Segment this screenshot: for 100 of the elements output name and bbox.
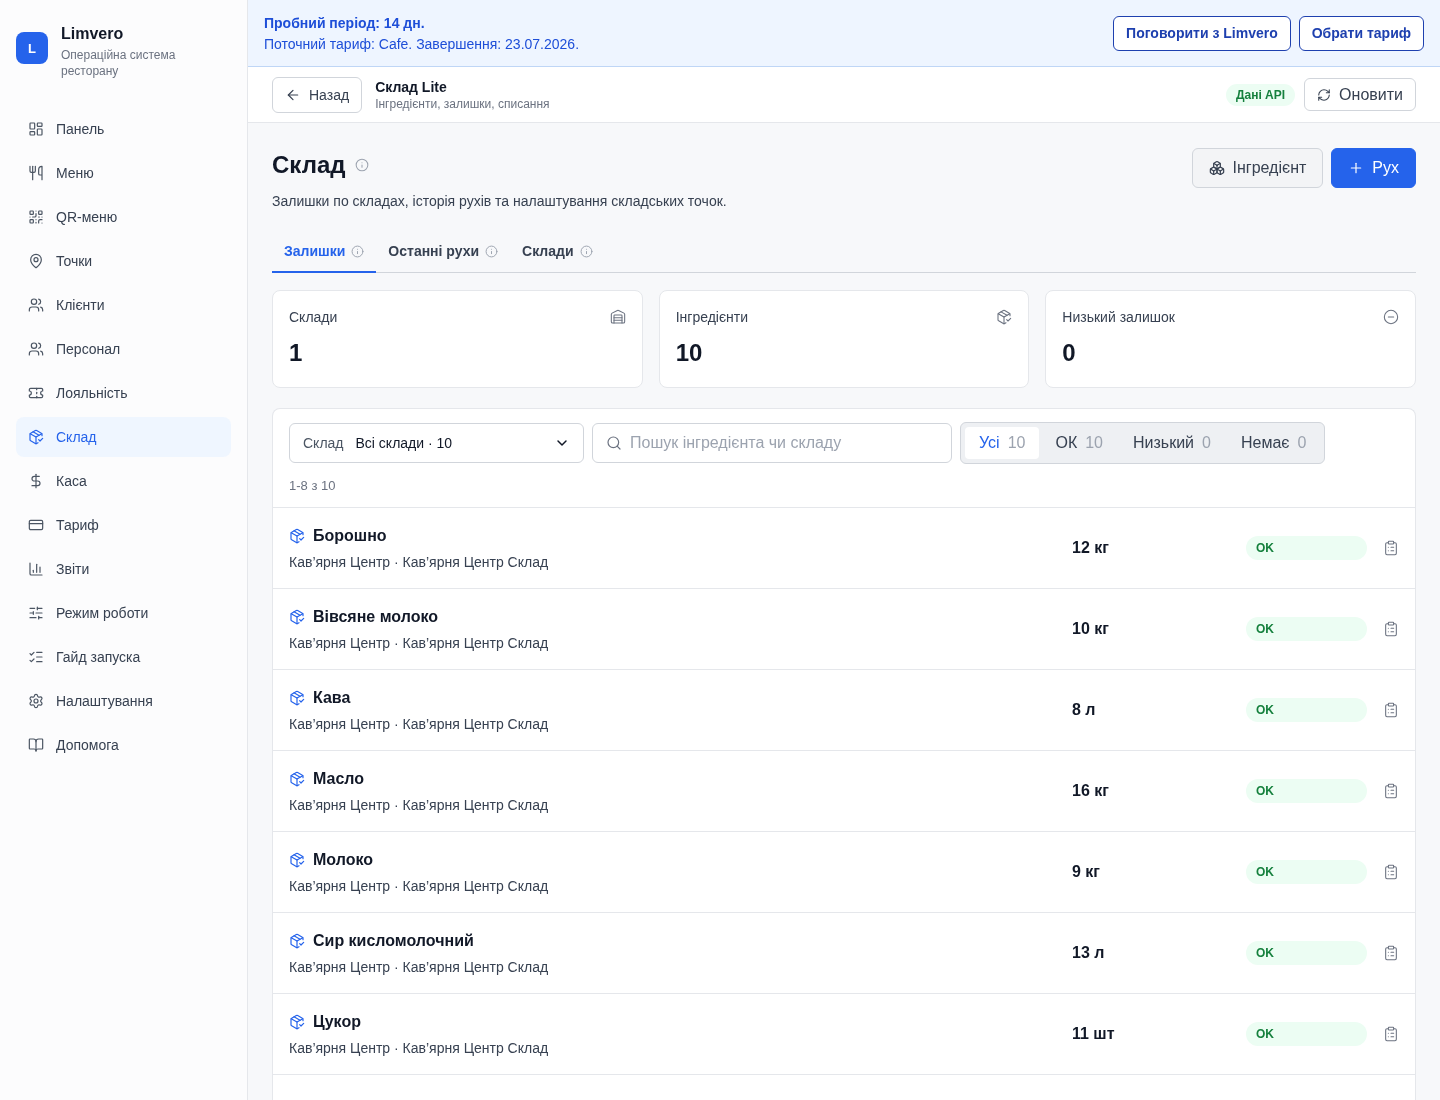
info-icon[interactable] xyxy=(355,158,370,172)
ingredient-name: Масло xyxy=(313,770,365,788)
clipboard-button[interactable] xyxy=(1383,540,1399,556)
search-icon xyxy=(606,435,622,451)
clipboard-button[interactable] xyxy=(1383,621,1399,637)
sidebar-item[interactable]: Налаштування xyxy=(16,681,231,721)
map-pin-icon xyxy=(28,253,44,269)
package-icon xyxy=(289,690,305,706)
status-badge: OK xyxy=(1246,698,1367,722)
ingredient-name: Кава xyxy=(313,689,351,707)
clipboard-icon xyxy=(1383,540,1399,556)
warehouse-icon xyxy=(609,309,626,325)
page-description: Залишки по складах, історія рухів та налаштування складських точок. xyxy=(272,193,727,209)
clipboard-icon xyxy=(1383,864,1399,880)
trial-title: Пробний період: 14 дн. xyxy=(264,14,426,31)
banner-button[interactable]: Поговорити з Limvero xyxy=(1113,15,1291,51)
banner-button[interactable]: Обрати тариф xyxy=(1298,15,1424,51)
sliders-icon xyxy=(28,605,44,621)
quantity: 12 кг xyxy=(1072,539,1110,557)
package-icon xyxy=(289,852,305,868)
filter-option[interactable]: ОК 10 xyxy=(1041,427,1117,459)
sidebar-item[interactable]: QR-меню xyxy=(16,197,231,237)
status-badge: OK xyxy=(1246,779,1367,803)
filter-option[interactable]: Немає 0 xyxy=(1226,427,1321,459)
book-icon xyxy=(28,737,44,753)
page-title: Склад xyxy=(272,151,346,179)
warehouse-select[interactable]: Склад Всі склади · 10 xyxy=(289,423,584,463)
clipboard-icon xyxy=(1383,1026,1399,1042)
add-ingredient-button[interactable]: Інгредієнт xyxy=(1191,148,1324,188)
dashboard-icon xyxy=(28,121,44,137)
clipboard-icon xyxy=(1383,702,1399,718)
sidebar-item[interactable]: Тариф xyxy=(16,505,231,545)
sidebar-item[interactable]: Лояльність xyxy=(16,373,231,413)
back-button[interactable]: Назад xyxy=(272,76,363,113)
bar-chart-icon xyxy=(28,561,44,577)
package-icon xyxy=(289,771,305,787)
stat-label: Низький залишок xyxy=(1062,309,1175,325)
ingredient-location: Кав’ярня Центр · Кав’ярня Центр Склад xyxy=(289,797,550,813)
sidebar-item[interactable]: Допомога xyxy=(16,725,231,765)
clipboard-button[interactable] xyxy=(1383,945,1399,961)
status-badge: OK xyxy=(1246,617,1367,641)
info-icon xyxy=(351,244,365,258)
stat-value: 10 xyxy=(675,339,704,367)
api-badge: Дані API xyxy=(1225,83,1296,106)
search-field[interactable]: Пошук інгредієнта чи складу xyxy=(592,423,952,463)
brand-name: Limvero xyxy=(61,24,125,44)
ingredient-location: Кав’ярня Центр · Кав’ярня Центр Склад xyxy=(289,716,550,732)
filter-option[interactable]: Усі 10 xyxy=(965,427,1040,459)
ingredient-name: Вівсяне молоко xyxy=(313,608,438,626)
settings-icon xyxy=(28,693,44,709)
sidebar-item[interactable]: Склад xyxy=(16,417,231,457)
quantity: 9 кг xyxy=(1072,863,1101,881)
sidebar-item[interactable]: Персонал xyxy=(16,329,231,369)
clipboard-icon xyxy=(1383,783,1399,799)
sidebar-item[interactable]: Звіти xyxy=(16,549,231,589)
brand-logo: L xyxy=(16,32,48,64)
status-badge: OK xyxy=(1246,860,1367,884)
stat-value: 1 xyxy=(289,339,304,367)
minus-circle-icon xyxy=(1383,309,1399,325)
section-subtitle: Інгредієнти, залишки, списання xyxy=(375,96,551,111)
checklist-icon xyxy=(28,649,44,665)
stat-label: Склади xyxy=(289,309,338,325)
sidebar-item[interactable]: Меню xyxy=(16,153,231,193)
ingredient-location: Кав’ярня Центр · Кав’ярня Центр Склад xyxy=(289,959,550,975)
clipboard-button[interactable] xyxy=(1383,783,1399,799)
package-icon xyxy=(289,1014,305,1030)
sidebar-item[interactable]: Клієнти xyxy=(16,285,231,325)
quantity: 16 кг xyxy=(1072,782,1110,800)
clipboard-button[interactable] xyxy=(1383,864,1399,880)
clipboard-icon xyxy=(1383,621,1399,637)
tab[interactable]: Склади xyxy=(510,231,605,273)
dollar-icon xyxy=(28,473,44,489)
ingredient-location: Кав’ярня Центр · Кав’ярня Центр Склад xyxy=(289,635,550,651)
sidebar-item[interactable]: Гайд запуска xyxy=(16,637,231,677)
sidebar-item[interactable]: Режим роботи xyxy=(16,593,231,633)
ticket-icon xyxy=(28,385,44,401)
ingredient-location: Кав’ярня Центр · Кав’ярня Центр Склад xyxy=(289,554,550,570)
tab[interactable]: Залишки xyxy=(272,231,377,273)
quantity: 13 л xyxy=(1072,944,1106,962)
add-movement-button[interactable]: Рух xyxy=(1331,148,1416,188)
filter-option[interactable]: Низький 0 xyxy=(1119,427,1225,459)
info-icon xyxy=(579,244,593,258)
plan-details: Поточний тариф: Cafe. Завершення: 23.07.2026. xyxy=(264,35,580,52)
refresh-button[interactable]: Оновити xyxy=(1304,78,1416,111)
clipboard-button[interactable] xyxy=(1383,702,1399,718)
range-text: 1-8 з 10 xyxy=(289,478,337,493)
fork-knife-icon xyxy=(28,165,44,181)
ingredient-location: Кав’ярня Центр · Кав’ярня Центр Склад xyxy=(289,1040,550,1056)
package-icon xyxy=(289,933,305,949)
tab[interactable]: Останні рухи xyxy=(376,231,511,273)
quantity: 8 л xyxy=(1072,701,1097,719)
sidebar-item[interactable]: Точки xyxy=(16,241,231,281)
status-badge: OK xyxy=(1246,536,1367,560)
clipboard-icon xyxy=(1383,945,1399,961)
sidebar-item[interactable]: Панель xyxy=(16,109,231,149)
users-icon xyxy=(28,341,44,357)
quantity: 10 кг xyxy=(1072,620,1110,638)
sidebar-item[interactable]: Каса xyxy=(16,461,231,501)
package-icon xyxy=(289,528,305,544)
clipboard-button[interactable] xyxy=(1383,1026,1399,1042)
